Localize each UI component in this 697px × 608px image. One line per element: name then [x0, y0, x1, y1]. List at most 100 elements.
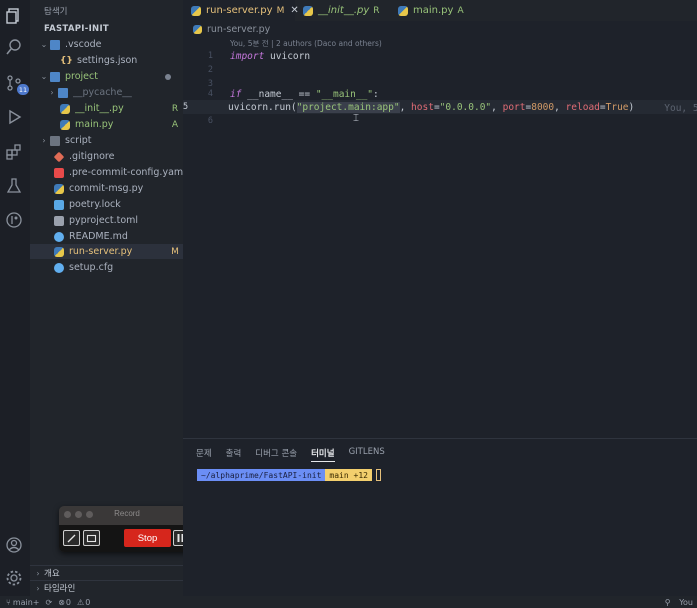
code-line[interactable]: 6	[183, 114, 697, 128]
codelens-blame[interactable]: You, 5분 전 | 2 authors (Daco and others)	[230, 38, 382, 49]
pen-tool-button[interactable]	[63, 530, 80, 546]
source-control-badge: 11	[17, 84, 29, 95]
tree-file-pyproject-toml[interactable]: pyproject.toml	[30, 213, 183, 228]
breadcrumb-file[interactable]: run-server.py	[207, 24, 270, 35]
python-file-icon	[54, 183, 64, 194]
tree-file-gitignore[interactable]: .gitignore	[30, 149, 183, 164]
outline-section[interactable]: › 개요	[30, 565, 183, 580]
source-control-icon[interactable]: 11	[4, 73, 29, 95]
tab-init-py[interactable]: __init__.py R	[295, 0, 390, 21]
tree-item-label: pyproject.toml	[69, 215, 139, 226]
code-token: )	[628, 101, 635, 113]
workspace-root[interactable]: FASTAPI-INIT	[44, 24, 109, 34]
explorer-icon[interactable]	[4, 6, 24, 26]
tree-file-setup-cfg[interactable]: setup.cfg	[30, 260, 183, 275]
json-file-icon: {}	[60, 55, 73, 66]
tree-file-poetry-lock[interactable]: poetry.lock	[30, 197, 183, 212]
extensions-icon[interactable]	[4, 142, 24, 162]
tab-label: __init__.py	[318, 5, 370, 16]
tab-gitlens[interactable]: GITLENS	[349, 447, 385, 462]
record-title: Record	[114, 509, 140, 518]
folder-icon	[50, 135, 60, 146]
line-number: 5	[183, 102, 189, 112]
tab-status: A	[457, 5, 464, 16]
tab-main-py[interactable]: main.py A	[390, 0, 470, 21]
error-icon: ⊗	[58, 597, 65, 607]
run-debug-icon[interactable]	[4, 107, 24, 127]
breadcrumb[interactable]: run-server.py	[193, 24, 270, 35]
param-token: reload	[565, 101, 600, 113]
search-icon[interactable]	[4, 37, 24, 57]
code-line[interactable]: 4 if __name__ == "__main__":	[183, 87, 697, 101]
chevron-right-icon: ›	[36, 568, 40, 578]
terminal-prompt[interactable]: ~/alphaprime/FastAPI-init main +12	[197, 469, 381, 481]
folder-icon	[58, 87, 68, 98]
tree-file-init-py[interactable]: __init__.py R	[30, 101, 183, 116]
code-token: uvicorn.run(	[205, 101, 297, 113]
explorer-title: 탐색기	[44, 7, 68, 17]
person-icon: ⚲	[664, 597, 671, 607]
tree-item-label: .vscode	[65, 39, 102, 50]
tab-debug-console[interactable]: 디버그 콘솔	[255, 447, 297, 462]
branch-name[interactable]: main+	[13, 598, 40, 607]
testing-icon[interactable]	[4, 176, 24, 196]
tree-item-label: __init__.py	[75, 103, 124, 114]
gitlens-icon[interactable]	[4, 210, 24, 230]
tree-folder-pycache[interactable]: › __pycache__	[30, 85, 183, 100]
tab-output[interactable]: 출력	[226, 447, 242, 462]
tree-file-readme[interactable]: README.md	[30, 229, 183, 244]
toml-file-icon	[54, 215, 64, 226]
record-widget: Record Stop	[59, 506, 195, 552]
panel-tabs: 문제 출력 디버그 콘솔 터미널 GITLENS	[196, 447, 385, 462]
git-status-badge: M	[171, 246, 179, 257]
param-token: host	[411, 101, 434, 113]
prompt-path: ~/alphaprime/FastAPI-init	[197, 469, 326, 481]
git-file-icon	[53, 151, 65, 162]
tree-file-commit-msg-py[interactable]: commit-msg.py	[30, 181, 183, 196]
tree-item-label: main.py	[75, 119, 114, 130]
git-status-badge: A	[171, 119, 179, 130]
code-line[interactable]: 1 import uvicorn	[183, 49, 697, 63]
yaml-file-icon	[54, 167, 64, 178]
folder-icon	[50, 71, 60, 82]
tree-folder-project[interactable]: ⌄ project	[30, 69, 183, 84]
tree-item-label: __pycache__	[73, 87, 132, 98]
line-number: 2	[207, 65, 213, 75]
code-line[interactable]: 2	[183, 63, 697, 77]
tree-folder-vscode[interactable]: ⌄ .vscode	[30, 37, 183, 52]
branch-icon: ⑂	[6, 597, 11, 607]
blame-status-label: You	[679, 597, 693, 607]
activity-bar: 11	[0, 0, 30, 596]
string-token: "project.main:app"	[296, 101, 400, 113]
error-count[interactable]: 0	[66, 598, 71, 607]
editor-tabs: run-server.py M ✕ __init__.py R main.py …	[183, 0, 697, 21]
sync-icon[interactable]: ⟳	[46, 598, 53, 607]
blame-status[interactable]: ⚲ You	[659, 598, 693, 607]
modified-dot-icon	[165, 73, 171, 80]
tree-folder-script[interactable]: › script	[30, 133, 183, 148]
tree-item-label: README.md	[69, 231, 128, 242]
git-status-badge: R	[171, 103, 179, 114]
tree-file-main-py[interactable]: main.py A	[30, 117, 183, 132]
python-file-icon	[303, 5, 313, 16]
account-icon[interactable]	[4, 535, 24, 555]
code-line-current[interactable]: 5 uvicorn.run("project.main:app", host = "…	[183, 100, 697, 114]
tree-item-label: setup.cfg	[69, 262, 114, 273]
settings-gear-icon[interactable]	[4, 568, 24, 588]
timeline-section[interactable]: › 타임라인	[30, 580, 183, 595]
warning-count[interactable]: 0	[85, 598, 90, 607]
tree-file-pre-commit-config[interactable]: .pre-commit-config.yaml	[30, 165, 183, 180]
tree-file-settings-json[interactable]: {} settings.json	[30, 53, 183, 68]
tab-problems[interactable]: 문제	[196, 447, 212, 462]
chevron-down-icon: ⌄	[40, 40, 48, 49]
line-number: 6	[207, 116, 213, 126]
code-token: :	[373, 88, 379, 100]
window-select-button[interactable]	[83, 530, 100, 546]
chevron-right-icon: ›	[36, 583, 40, 593]
stop-recording-button[interactable]: Stop	[124, 529, 171, 547]
tree-file-run-server-py[interactable]: run-server.py M	[30, 244, 183, 259]
tab-run-server-py[interactable]: run-server.py M ✕	[183, 0, 299, 21]
pen-icon	[67, 534, 76, 542]
tab-terminal[interactable]: 터미널	[311, 447, 335, 462]
code-token: ,	[554, 101, 566, 113]
